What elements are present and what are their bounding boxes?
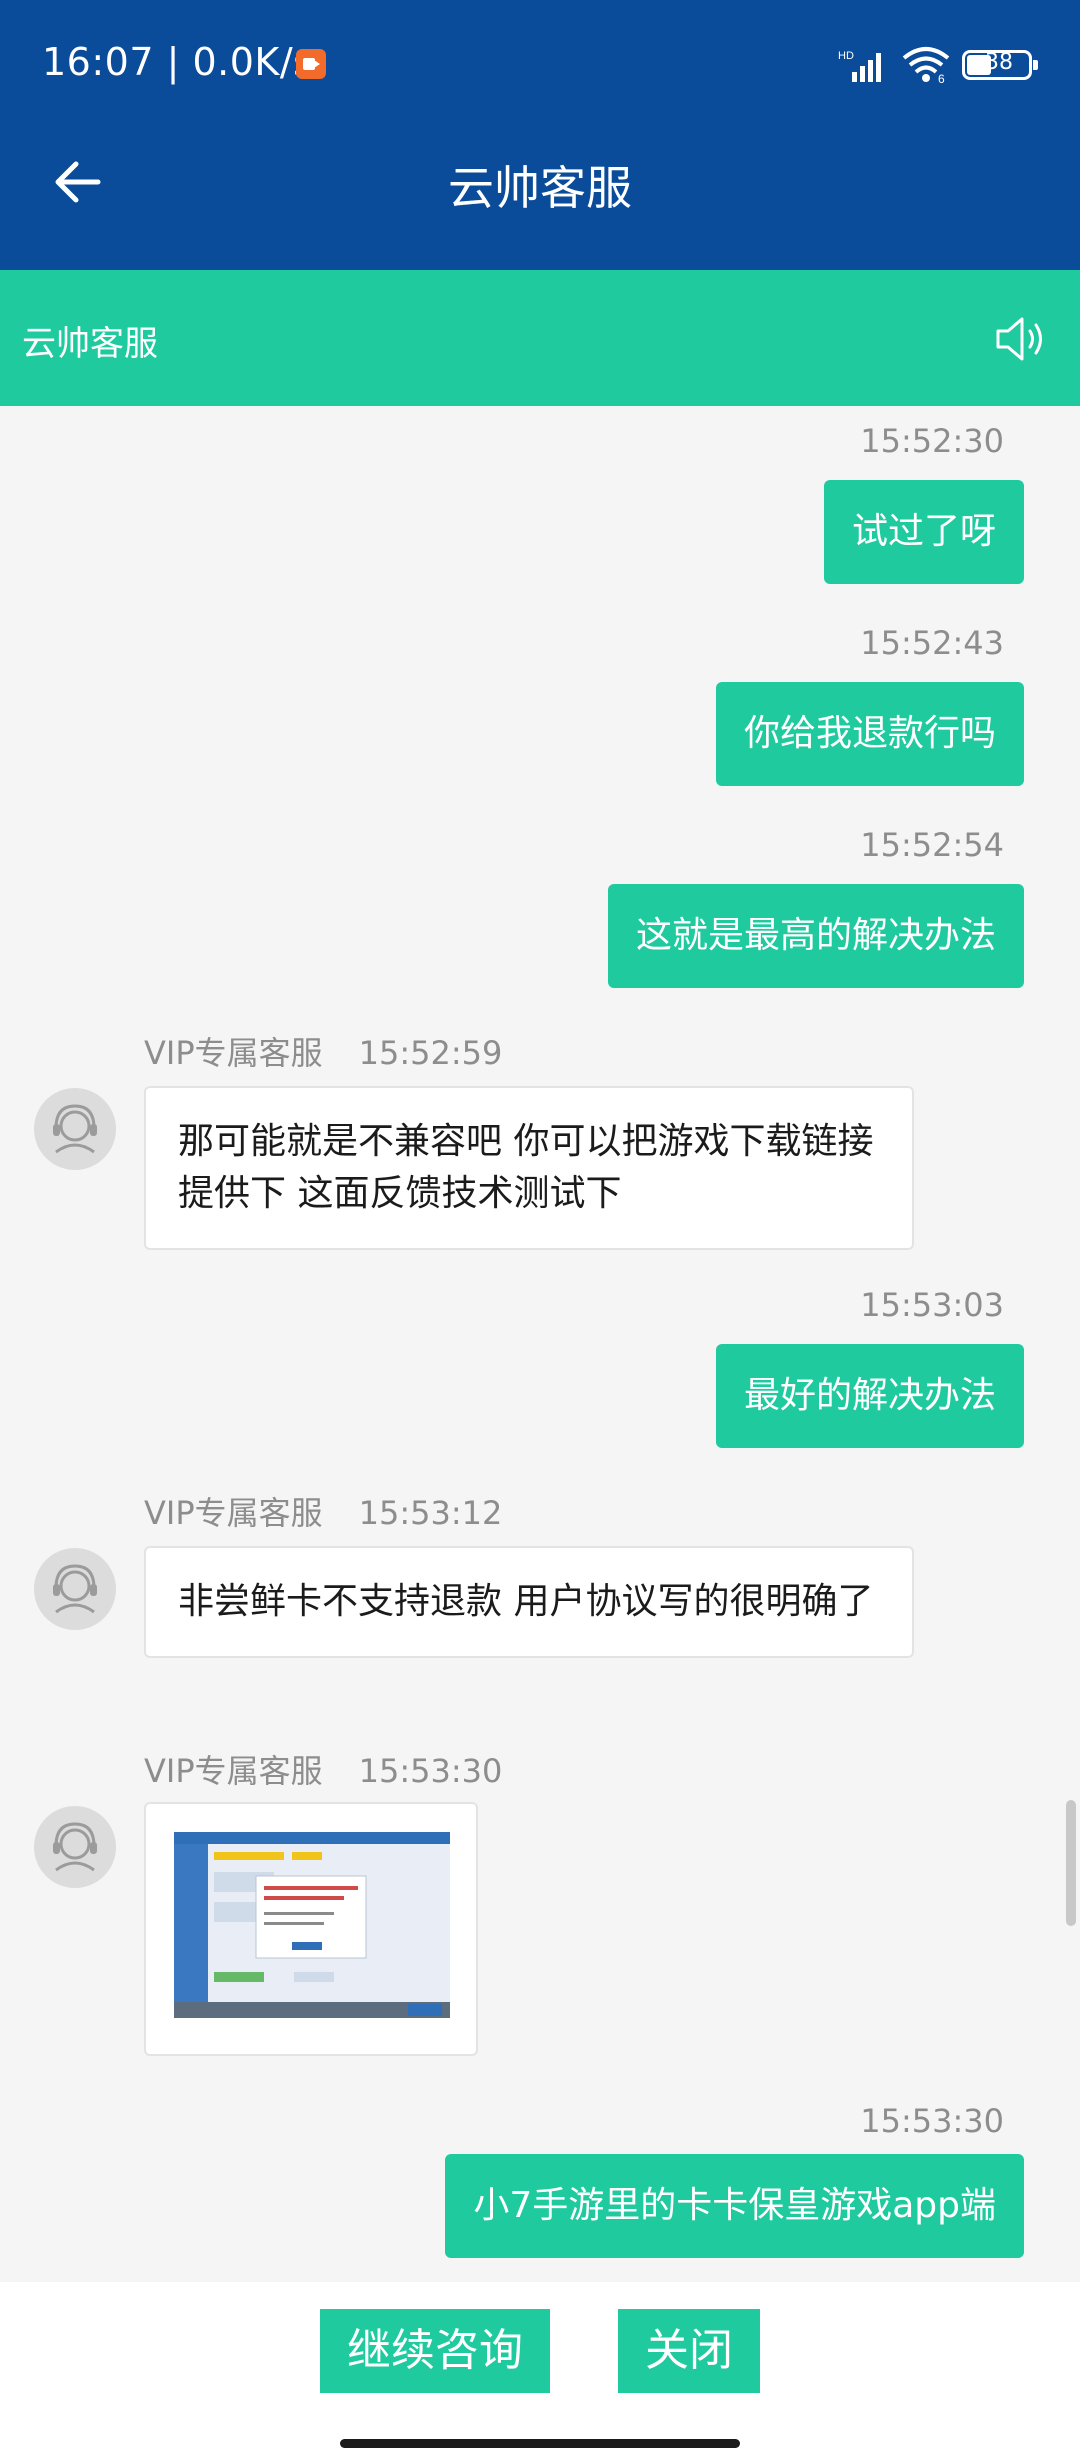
app-bar: 云帅客服 bbox=[0, 100, 1080, 270]
bottom-action-bar: 继续咨询 关闭 bbox=[0, 2282, 1080, 2460]
incoming-message[interactable]: 非尝鲜卡不支持退款 用户协议写的很明确了 bbox=[144, 1546, 914, 1658]
headset-icon bbox=[53, 1104, 97, 1154]
chat-header: 云帅客服 bbox=[0, 270, 1080, 406]
message-time: 15:52:54 bbox=[860, 826, 1004, 864]
incoming-image-message[interactable] bbox=[144, 1802, 478, 2056]
screenshot-thumbnail-image[interactable] bbox=[174, 1832, 450, 2018]
chat-header-name: 云帅客服 bbox=[22, 324, 158, 364]
outgoing-message[interactable]: 最好的解决办法 bbox=[715, 1344, 1024, 1448]
svg-text:6: 6 bbox=[938, 72, 945, 84]
message-time: 15:53:30 bbox=[860, 2102, 1004, 2140]
message-time: 15:53:03 bbox=[860, 1286, 1004, 1324]
status-bar: 16:07 | 0.0K/s HD 6 38 bbox=[0, 0, 1080, 100]
wifi-icon: 6 bbox=[902, 47, 950, 84]
battery-level: 38 bbox=[985, 50, 1013, 75]
headset-icon bbox=[53, 1564, 97, 1614]
close-button[interactable]: 关闭 bbox=[618, 2309, 760, 2393]
agent-avatar bbox=[34, 1548, 116, 1630]
home-indicator[interactable] bbox=[340, 2439, 740, 2448]
signal-icon: HD bbox=[838, 50, 881, 82]
agent-avatar bbox=[34, 1088, 116, 1170]
outgoing-message[interactable]: 小7手游里的卡卡保皇游戏app端 bbox=[445, 2154, 1024, 2258]
outgoing-message[interactable]: 试过了呀 bbox=[823, 480, 1024, 584]
incoming-message[interactable]: 那可能就是不兼容吧 你可以把游戏下载链接提供下 这面反馈技术测试下 bbox=[144, 1086, 914, 1250]
speaker-icon[interactable] bbox=[994, 314, 1050, 364]
message-time: 15:52:43 bbox=[860, 624, 1004, 662]
agent-name: VIP专属客服 15:53:30 bbox=[144, 1752, 503, 1790]
outgoing-message[interactable]: 你给我退款行吗 bbox=[715, 682, 1024, 786]
message-time: 15:53:30 bbox=[358, 1752, 503, 1790]
chat-scrollbar[interactable] bbox=[1066, 1800, 1076, 1926]
chat-area[interactable]: 15:52:30 试过了呀 15:52:43 你给我退款行吗 15:52:54 … bbox=[0, 406, 1080, 2282]
agent-name: VIP专属客服 15:53:12 bbox=[144, 1494, 503, 1532]
outgoing-message[interactable]: 这就是最高的解决办法 bbox=[607, 884, 1024, 988]
screen-record-icon bbox=[296, 49, 326, 79]
svg-text:HD: HD bbox=[838, 50, 854, 62]
page-title: 云帅客服 bbox=[448, 161, 632, 215]
message-time: 15:53:12 bbox=[358, 1494, 503, 1532]
message-time: 15:52:30 bbox=[860, 422, 1004, 460]
agent-name: VIP专属客服 15:52:59 bbox=[144, 1034, 503, 1072]
battery-icon: 38 bbox=[962, 50, 1038, 80]
headset-icon bbox=[53, 1822, 97, 1872]
agent-avatar bbox=[34, 1806, 116, 1888]
status-time: 16:07 | 0.0K/s bbox=[42, 40, 314, 84]
continue-consult-button[interactable]: 继续咨询 bbox=[320, 2309, 550, 2393]
message-time: 15:52:59 bbox=[358, 1034, 503, 1072]
